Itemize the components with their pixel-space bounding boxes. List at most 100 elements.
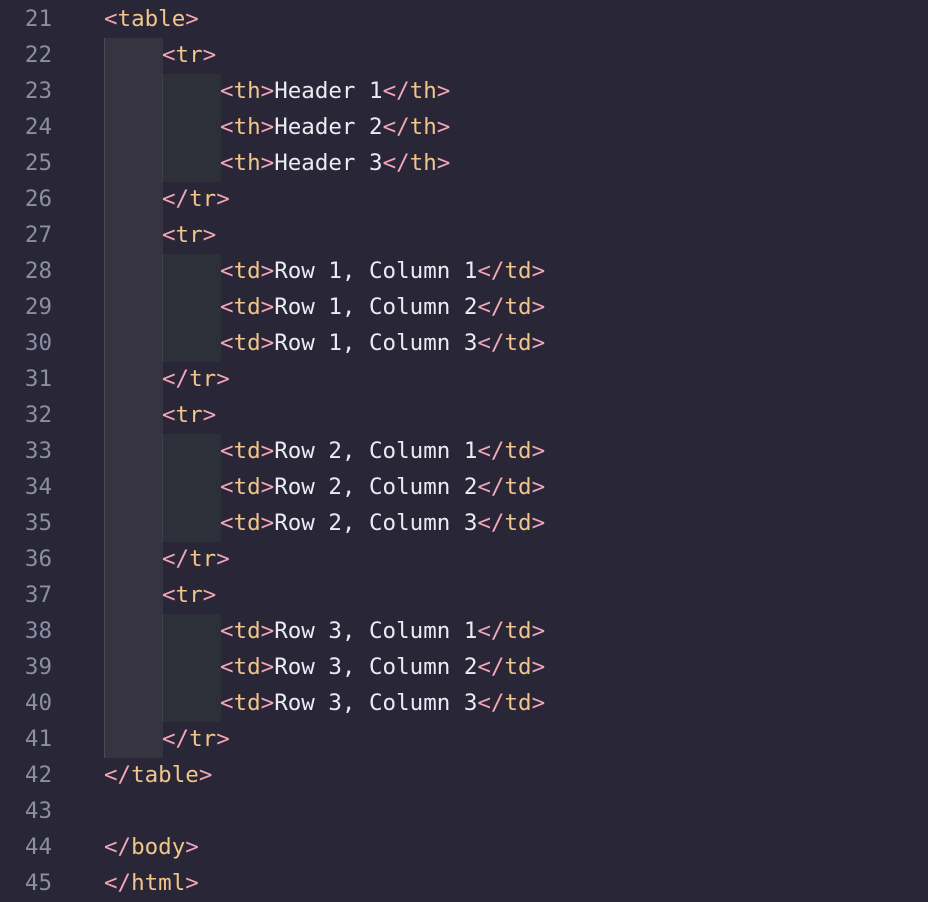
tag-name: tr [189,726,217,752]
code-line[interactable]: 22 <tr> [0,37,928,73]
tag-name: tr [175,402,203,428]
code-line[interactable]: 40 <td>Row 3, Column 3</td> [0,685,928,721]
tag-punctuation: < [220,114,234,140]
tag-name: td [504,510,532,536]
tag-name: td [233,618,261,644]
tag-name: th [233,78,261,104]
tag-punctuation: </ [382,78,410,104]
code-editor[interactable]: 21 <table> 22 <tr> 23 <th>Header 1</th> 24 <th>… [0,0,928,902]
tag-name: tr [175,222,203,248]
code-line[interactable]: 27 <tr> [0,217,928,253]
tag-punctuation: > [436,78,451,104]
code-line[interactable]: 42 </table> [0,757,928,793]
tag-name: td [504,690,532,716]
tag-name: table [131,762,199,788]
code-line[interactable]: 37 <tr> [0,577,928,613]
tag-punctuation: > [202,222,217,248]
code-text: <td>Row 3, Column 3</td> [220,685,545,721]
tag-punctuation: </ [477,330,505,356]
tag-name: td [233,330,261,356]
code-text: </tr> [162,541,230,577]
tag-name: td [233,438,261,464]
tag-punctuation: > [531,438,546,464]
tag-name: td [233,258,261,284]
text-content: Row 2, Column 1 [274,438,478,464]
code-line[interactable]: 25 <th>Header 3</th> [0,145,928,181]
code-line[interactable]: 41 </tr> [0,721,928,757]
tag-punctuation: </ [104,834,132,860]
line-number: 37 [24,582,52,608]
tag-name: tr [189,546,217,572]
tag-punctuation: > [260,294,275,320]
tag-name: tr [189,366,217,392]
tag-punctuation: </ [477,510,505,536]
tag-name: th [409,150,437,176]
tag-punctuation: > [260,330,275,356]
line-number: 45 [24,870,52,896]
tag-punctuation: > [260,78,275,104]
text-content: Header 3 [274,150,383,176]
code-line[interactable]: 36 </tr> [0,541,928,577]
tag-name: th [233,150,261,176]
code-line[interactable]: 30 <td>Row 1, Column 3</td> [0,325,928,361]
tag-punctuation: < [162,402,176,428]
tag-name: td [504,258,532,284]
text-content: Row 2, Column 2 [274,474,478,500]
tag-punctuation: > [216,186,230,212]
code-text: <td>Row 3, Column 1</td> [220,613,545,649]
code-text: </table> [104,757,212,793]
code-text: <td>Row 2, Column 1</td> [220,433,545,469]
tag-name: td [504,438,532,464]
tag-name: html [131,870,186,896]
line-number: 40 [24,690,52,716]
line-number: 32 [24,402,52,428]
tag-punctuation: < [162,582,176,608]
code-line[interactable]: 32 <tr> [0,397,928,433]
code-line[interactable]: 38 <td>Row 3, Column 1</td> [0,613,928,649]
text-content: Row 3, Column 3 [274,690,478,716]
tag-punctuation: </ [104,762,132,788]
tag-name: td [233,294,261,320]
tag-punctuation: < [220,438,234,464]
code-line[interactable]: 43 [0,793,928,829]
code-line[interactable]: 44 </body> [0,829,928,865]
code-line[interactable]: 34 <td>Row 2, Column 2</td> [0,469,928,505]
code-line[interactable]: 33 <td>Row 2, Column 1</td> [0,433,928,469]
code-line[interactable]: 26 </tr> [0,181,928,217]
text-content: Row 3, Column 2 [274,654,478,680]
code-text: </html> [104,865,199,901]
code-line[interactable]: 29 <td>Row 1, Column 2</td> [0,289,928,325]
code-line[interactable]: 28 <td>Row 1, Column 1</td> [0,253,928,289]
code-line[interactable]: 35 <td>Row 2, Column 3</td> [0,505,928,541]
code-text: <th>Header 1</th> [220,73,450,109]
code-line[interactable]: 39 <td>Row 3, Column 2</td> [0,649,928,685]
code-line[interactable]: 21 <table> [0,1,928,37]
tag-punctuation: < [220,474,234,500]
code-text: <th>Header 2</th> [220,109,450,145]
tag-punctuation: > [531,510,546,536]
code-text: <table> [104,1,199,37]
tag-punctuation: < [220,78,234,104]
line-number: 41 [24,726,52,752]
text-content: Row 3, Column 1 [274,618,478,644]
tag-punctuation: </ [477,618,505,644]
code-line[interactable]: 24 <th>Header 2</th> [0,109,928,145]
code-line[interactable]: 23 <th>Header 1</th> [0,73,928,109]
tag-punctuation: > [531,474,546,500]
code-text: <tr> [162,397,216,433]
tag-name: tr [189,186,217,212]
tag-punctuation: < [220,258,234,284]
tag-punctuation: </ [382,114,410,140]
tag-punctuation: </ [382,150,410,176]
tag-punctuation: </ [162,366,190,392]
code-line[interactable]: 45 </html> [0,865,928,901]
code-text: </body> [104,829,199,865]
tag-name: th [409,78,437,104]
tag-name: td [233,690,261,716]
code-line[interactable]: 31 </tr> [0,361,928,397]
tag-punctuation: > [531,618,546,644]
code-text: </tr> [162,721,230,757]
tag-name: table [117,6,186,32]
code-text: <th>Header 3</th> [220,145,450,181]
tag-punctuation: </ [162,186,190,212]
